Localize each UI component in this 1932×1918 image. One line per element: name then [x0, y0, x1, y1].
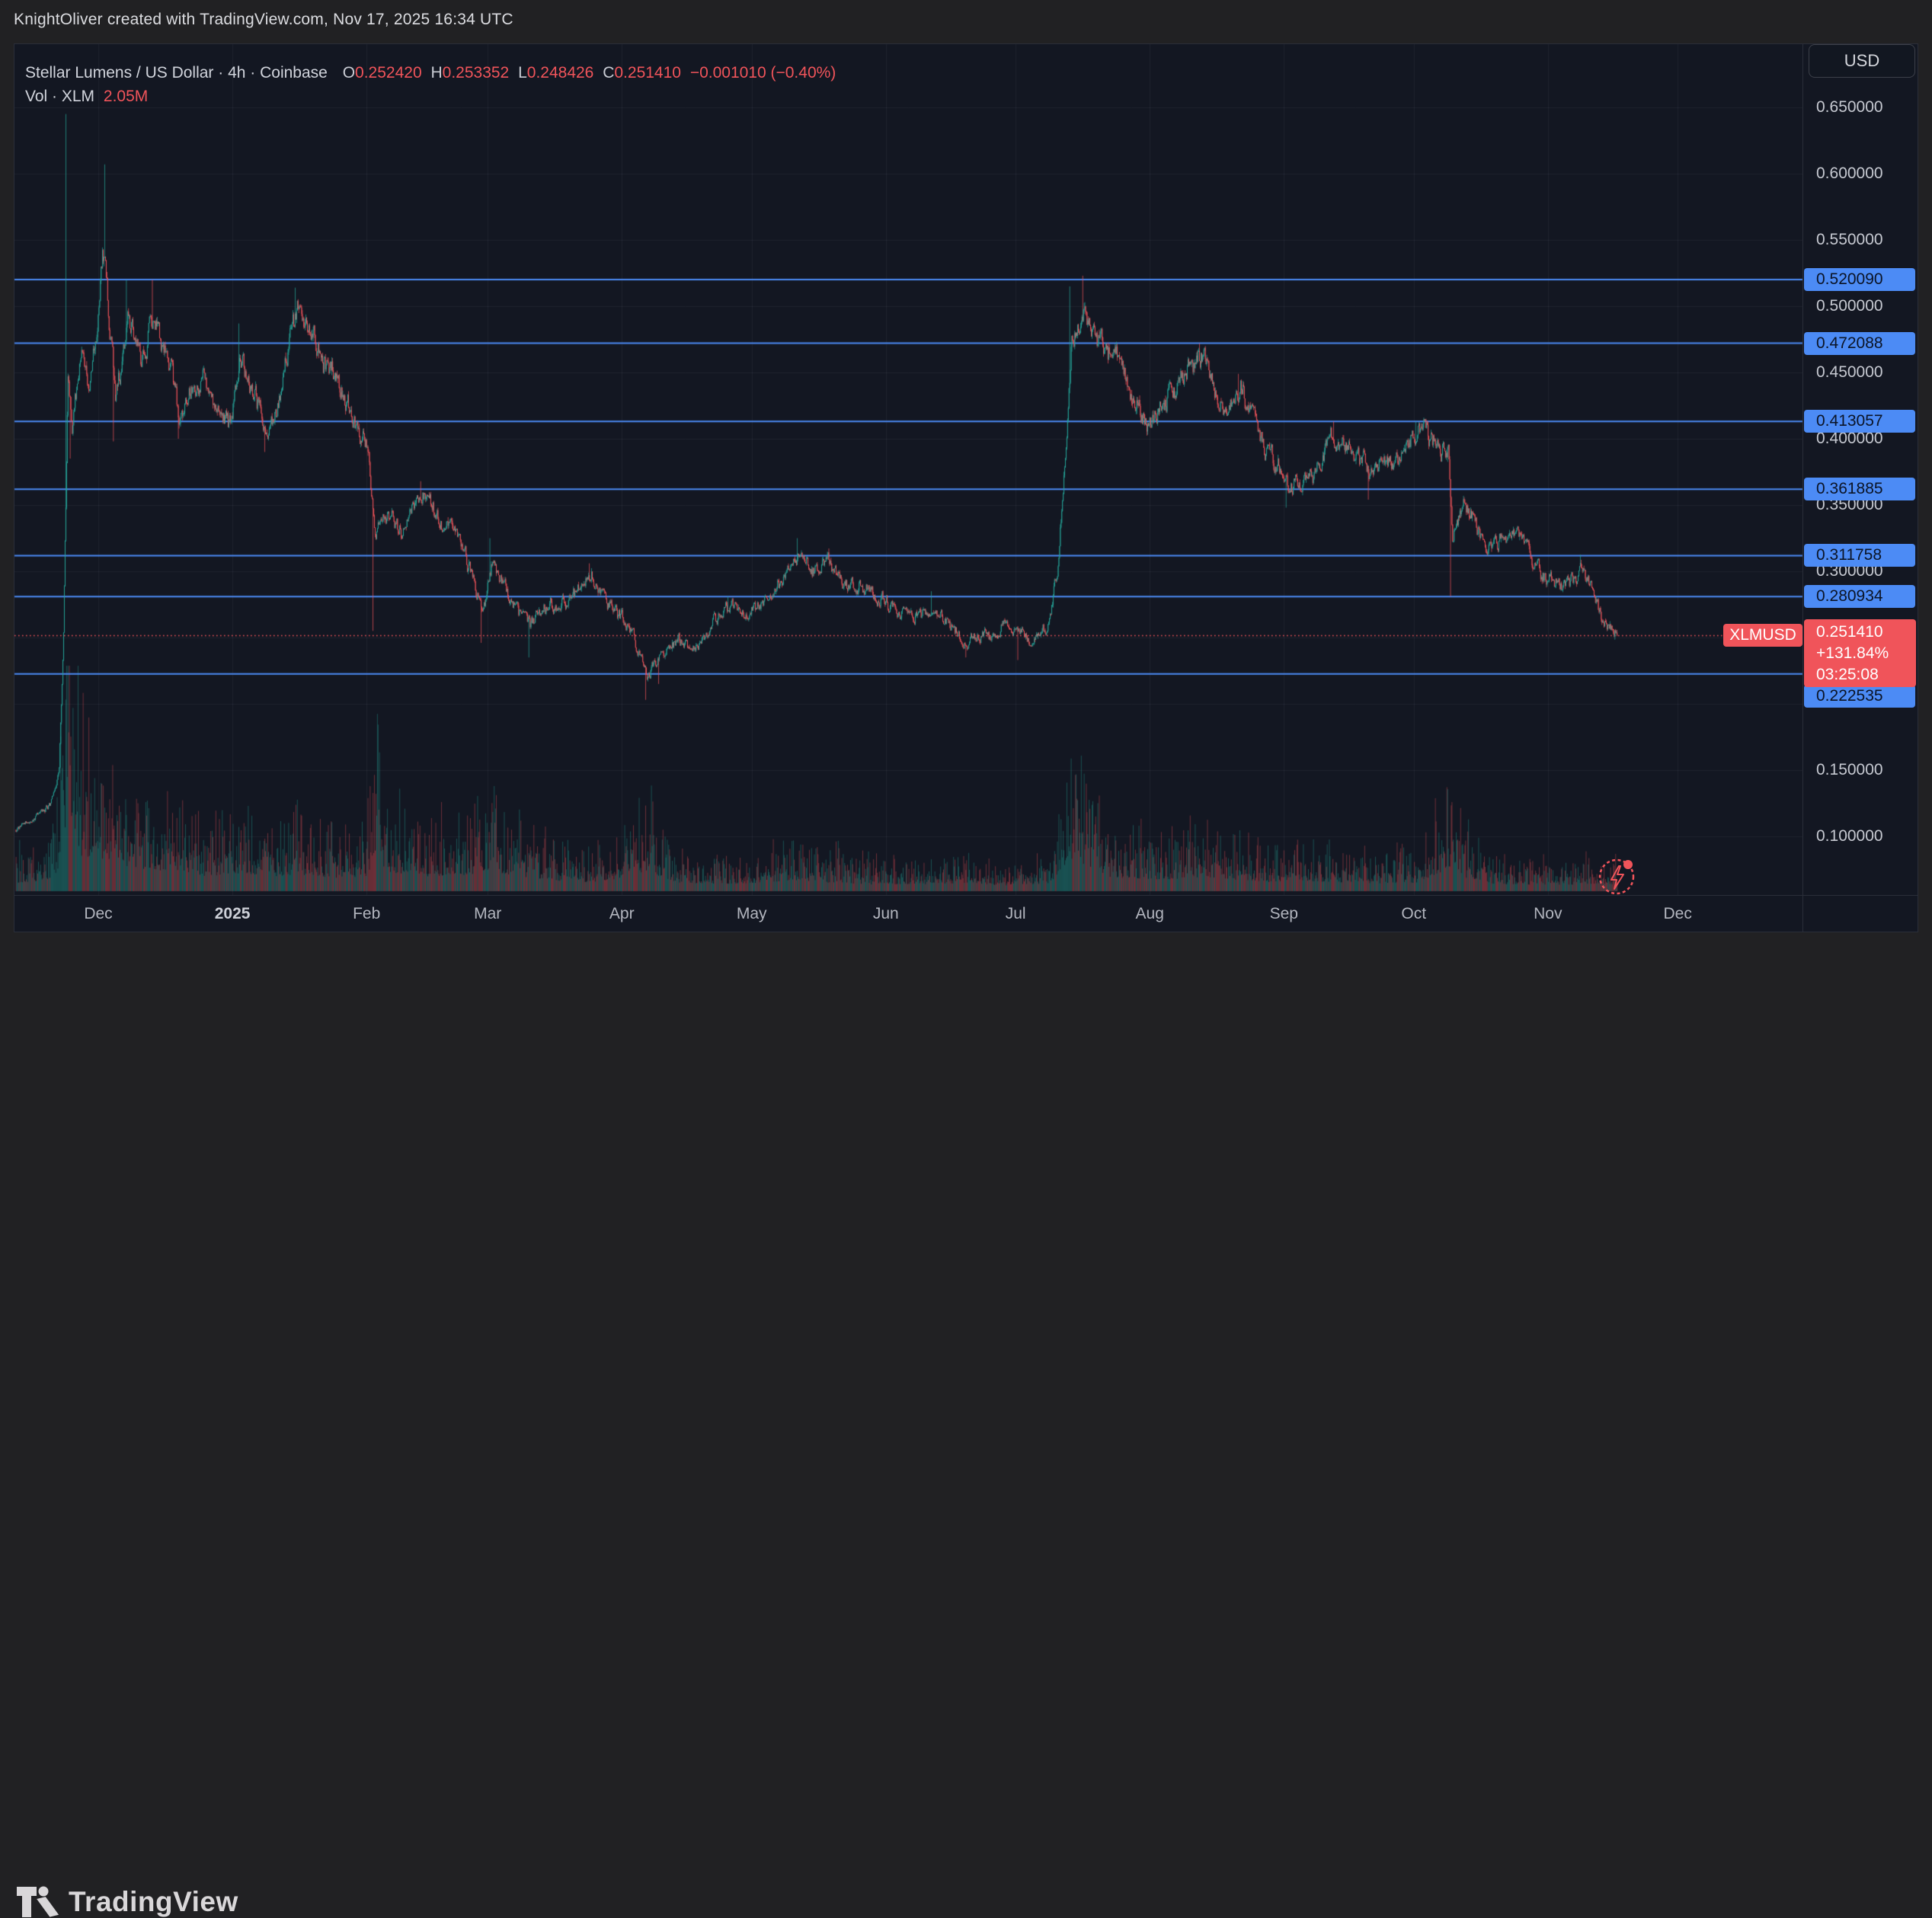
low-label: L	[518, 64, 527, 82]
time-tick-label: Feb	[353, 905, 380, 923]
time-tick-label: Nov	[1534, 905, 1562, 923]
time-tick-label: Jun	[873, 905, 899, 923]
flash-dot	[1623, 860, 1633, 869]
tradingview-logo-text: TradingView	[69, 1886, 238, 1918]
price-tick-label: 0.550000	[1816, 231, 1883, 249]
support-resistance-price-label: 0.311758	[1804, 544, 1915, 567]
price-tick-label: 0.450000	[1816, 363, 1883, 382]
support-resistance-price-label: 0.280934	[1804, 585, 1915, 608]
currency-usd-button[interactable]: USD	[1809, 44, 1915, 78]
support-resistance-price-label: 0.361885	[1804, 478, 1915, 500]
flash-marker-icon[interactable]	[1595, 855, 1638, 897]
price-axis-border	[1802, 43, 1803, 932]
chart-legend: Stellar Lumens / US Dollar · 4h · Coinba…	[25, 64, 836, 82]
time-tick-label: Dec	[1664, 905, 1692, 923]
symbol-title[interactable]: Stellar Lumens / US Dollar · 4h · Coinba…	[25, 64, 328, 82]
tradingview-logo-icon	[16, 1886, 59, 1918]
current-change-pct: +131.84%	[1816, 643, 1916, 664]
high-label: H	[430, 64, 442, 82]
time-tick-label: May	[737, 905, 767, 923]
open-label: O	[343, 64, 355, 82]
candlestick-chart-canvas[interactable]	[0, 0, 1932, 1015]
volume-row: Vol · XLM 2.05M	[25, 88, 148, 106]
close-label: C	[603, 64, 614, 82]
low-value: 0.248426	[527, 64, 594, 82]
change-value: −0.001010 (−0.40%)	[690, 64, 836, 82]
time-tick-label: Mar	[474, 905, 501, 923]
volume-label: Vol · XLM	[25, 88, 94, 105]
time-tick-label: Sep	[1270, 905, 1298, 923]
open-value: 0.252420	[355, 64, 422, 82]
support-resistance-price-label: 0.413057	[1804, 410, 1915, 433]
time-tick-label: Jul	[1006, 905, 1026, 923]
lightning-bolt-icon	[1611, 866, 1623, 889]
current-price-label: 0.251410 +131.84% 03:25:08	[1804, 619, 1916, 687]
support-resistance-price-label: 0.222535	[1804, 685, 1915, 708]
price-tick-label: 0.100000	[1816, 827, 1883, 846]
price-tick-label: 0.150000	[1816, 761, 1883, 779]
support-resistance-price-label: 0.472088	[1804, 332, 1915, 355]
volume-value: 2.05M	[104, 88, 148, 105]
price-tick-label: 0.600000	[1816, 165, 1883, 183]
time-tick-label: Apr	[609, 905, 635, 923]
symbol-price-tag: XLMUSD	[1723, 624, 1802, 647]
tradingview-logo[interactable]: TradingView	[16, 1886, 238, 1918]
time-tick-label: Aug	[1136, 905, 1164, 923]
close-value: 0.251410	[614, 64, 681, 82]
current-price-value: 0.251410	[1816, 622, 1916, 643]
time-tick-label: Oct	[1401, 905, 1426, 923]
price-tick-label: 0.500000	[1816, 297, 1883, 315]
footer-bar: TradingView	[0, 932, 1932, 1015]
support-resistance-price-label: 0.520090	[1804, 268, 1915, 291]
bar-countdown: 03:25:08	[1816, 664, 1916, 686]
high-value: 0.253352	[443, 64, 510, 82]
time-tick-label: Dec	[84, 905, 112, 923]
price-tick-label: 0.650000	[1816, 98, 1883, 117]
time-tick-label: 2025	[215, 905, 251, 923]
